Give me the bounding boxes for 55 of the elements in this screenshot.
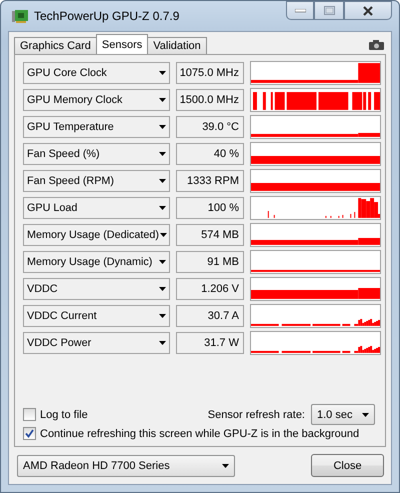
dropdown-arrow-icon: [159, 179, 166, 183]
sensor-value: 40 %: [176, 143, 244, 165]
dropdown-arrow-icon: [159, 152, 166, 156]
sensor-value: 1075.0 MHz: [176, 62, 244, 84]
checkbox[interactable]: [23, 427, 36, 440]
maximize-button[interactable]: [314, 1, 344, 20]
dropdown-arrow-icon: [159, 71, 166, 75]
sensor-dropdown[interactable]: Fan Speed (RPM): [23, 170, 170, 192]
minimize-icon: [294, 8, 306, 12]
dropdown-arrow-icon: [159, 341, 166, 345]
sensor-value: 39.0 °C: [176, 116, 244, 138]
sensor-dropdown[interactable]: GPU Load: [23, 197, 170, 219]
sensor-value: 100 %: [176, 197, 244, 219]
sensor-dropdown[interactable]: Fan Speed (%): [23, 143, 170, 165]
graphics-card-icon: [12, 10, 28, 23]
dropdown-arrow-icon: [159, 260, 166, 264]
sensor-value: 30.7 A: [176, 305, 244, 327]
dropdown-arrow-icon: [159, 125, 166, 129]
checkbox-label: Continue refreshing this screen while GPU-Z is in the background: [40, 428, 360, 440]
dropdown-arrow-icon: [222, 464, 229, 468]
close-window-button[interactable]: [344, 1, 392, 20]
sensor-dropdown[interactable]: Memory Usage (Dynamic): [23, 251, 170, 273]
dropdown-arrow-icon: [362, 412, 369, 416]
sensor-value: 1.206 V: [176, 278, 244, 300]
camera-icon[interactable]: [369, 40, 384, 50]
sensor-value: 574 MB: [176, 224, 244, 246]
refresh-rate-label: Sensor refresh rate:: [208, 408, 305, 420]
sensor-dropdown[interactable]: GPU Memory Clock: [23, 89, 170, 111]
dropdown-arrow-icon: [159, 98, 166, 102]
tab[interactable]: Graphics Card: [14, 37, 97, 54]
sensor-dropdown[interactable]: GPU Core Clock: [23, 62, 170, 84]
dropdown-arrow-icon: [159, 314, 166, 318]
sensor-dropdown[interactable]: GPU Temperature: [23, 116, 170, 138]
checkbox-label: Log to file: [40, 408, 88, 420]
refresh-rate-dropdown[interactable]: 1.0 sec: [311, 404, 375, 425]
sensor-dropdown[interactable]: Memory Usage (Dedicated): [23, 224, 170, 246]
tab[interactable]: Sensors: [96, 34, 148, 54]
maximize-icon: [324, 6, 334, 15]
gpu-dropdown[interactable]: AMD Radeon HD 7700 Series: [17, 454, 235, 476]
close-button[interactable]: Close: [311, 454, 384, 477]
close-icon: [362, 6, 374, 16]
dropdown-arrow-icon: [159, 206, 166, 210]
dropdown-arrow-icon: [159, 287, 166, 291]
sensor-dropdown[interactable]: VDDC Power: [23, 332, 170, 354]
minimize-button[interactable]: [286, 1, 314, 20]
dropdown-arrow-icon: [160, 233, 168, 237]
window-title: TechPowerUp GPU-Z 0.7.9: [34, 9, 180, 23]
sensor-value: 1500.0 MHz: [176, 89, 244, 111]
sensor-dropdown[interactable]: VDDC: [23, 278, 170, 300]
sensor-value: 1333 RPM: [176, 170, 244, 192]
sensor-dropdown[interactable]: VDDC Current: [23, 305, 170, 327]
checkbox[interactable]: [23, 408, 36, 421]
sensor-value: 31.7 W: [176, 332, 244, 354]
sensor-value: 91 MB: [176, 251, 244, 273]
tab[interactable]: Validation: [147, 37, 207, 54]
